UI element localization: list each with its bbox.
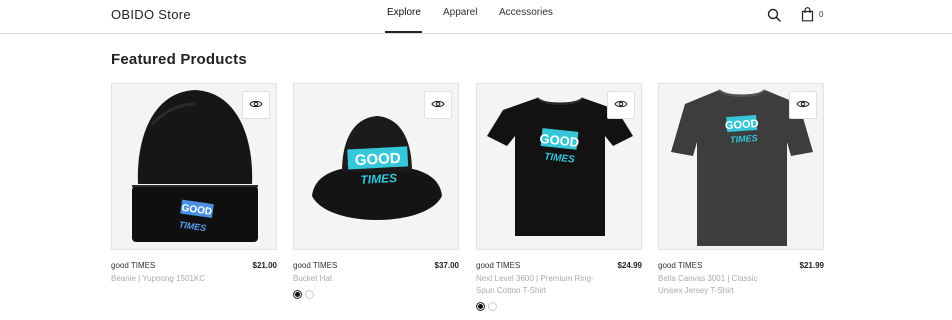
eye-icon	[249, 96, 263, 114]
product-subtitle: Next Level 3600 | Premium Ring-Spun Cott…	[476, 274, 594, 295]
product-price: $24.99	[617, 261, 642, 270]
product-card[interactable]: GOOD TIMES good TIMES $21.00 Beanie | Yu…	[111, 83, 277, 285]
eye-icon	[614, 96, 628, 114]
section-title: Featured Products	[111, 51, 247, 68]
product-subtitle: Bucket Hat	[293, 274, 333, 283]
product-image[interactable]: GOOD TIMES	[293, 83, 459, 250]
product-image[interactable]: GOOD TIMES	[658, 83, 824, 250]
color-swatches	[476, 302, 642, 311]
product-card[interactable]: GOOD TIMES good TIMES $37.00 Bucket Hat	[293, 83, 459, 299]
cart-count: 0	[819, 10, 824, 19]
logo-text: GOOD	[725, 118, 759, 132]
swatch-black[interactable]	[476, 302, 485, 311]
product-price: $21.00	[252, 261, 277, 270]
eye-icon	[431, 96, 445, 114]
quick-view-button[interactable]	[424, 91, 452, 119]
color-swatches	[293, 290, 459, 299]
logo-text: TIMES	[360, 171, 397, 187]
quick-view-button[interactable]	[789, 91, 817, 119]
nav-accessories[interactable]: Accessories	[499, 7, 553, 18]
eye-icon	[796, 96, 810, 114]
shopping-bag-icon[interactable]	[801, 7, 814, 27]
quick-view-button[interactable]	[242, 91, 270, 119]
product-image[interactable]: GOOD TIMES	[111, 83, 277, 250]
product-price: $21.99	[799, 261, 824, 270]
nav-active-underline	[385, 31, 422, 33]
product-subtitle: Beanie | Yupoong 1501KC	[111, 274, 206, 283]
logo-text: TIMES	[730, 133, 758, 145]
search-icon[interactable]	[767, 8, 781, 27]
swatch-white[interactable]	[305, 290, 314, 299]
product-subtitle: Bella Canvas 3001 | Classic Unisex Jerse…	[658, 274, 758, 295]
product-image[interactable]: GOOD TIMES	[476, 83, 642, 250]
site-header: OBIDO Store Explore Apparel Accessories …	[0, 0, 952, 34]
product-card[interactable]: GOOD TIMES good TIMES $24.99 Next Level …	[476, 83, 642, 311]
quick-view-button[interactable]	[607, 91, 635, 119]
nav-explore[interactable]: Explore	[387, 7, 421, 18]
logo-text: GOOD	[354, 150, 401, 169]
nav-apparel[interactable]: Apparel	[443, 7, 477, 18]
product-price: $37.00	[434, 261, 459, 270]
swatch-white[interactable]	[488, 302, 497, 311]
product-card[interactable]: GOOD TIMES good TIMES $21.99 Bella Canva…	[658, 83, 824, 297]
swatch-black[interactable]	[293, 290, 302, 299]
